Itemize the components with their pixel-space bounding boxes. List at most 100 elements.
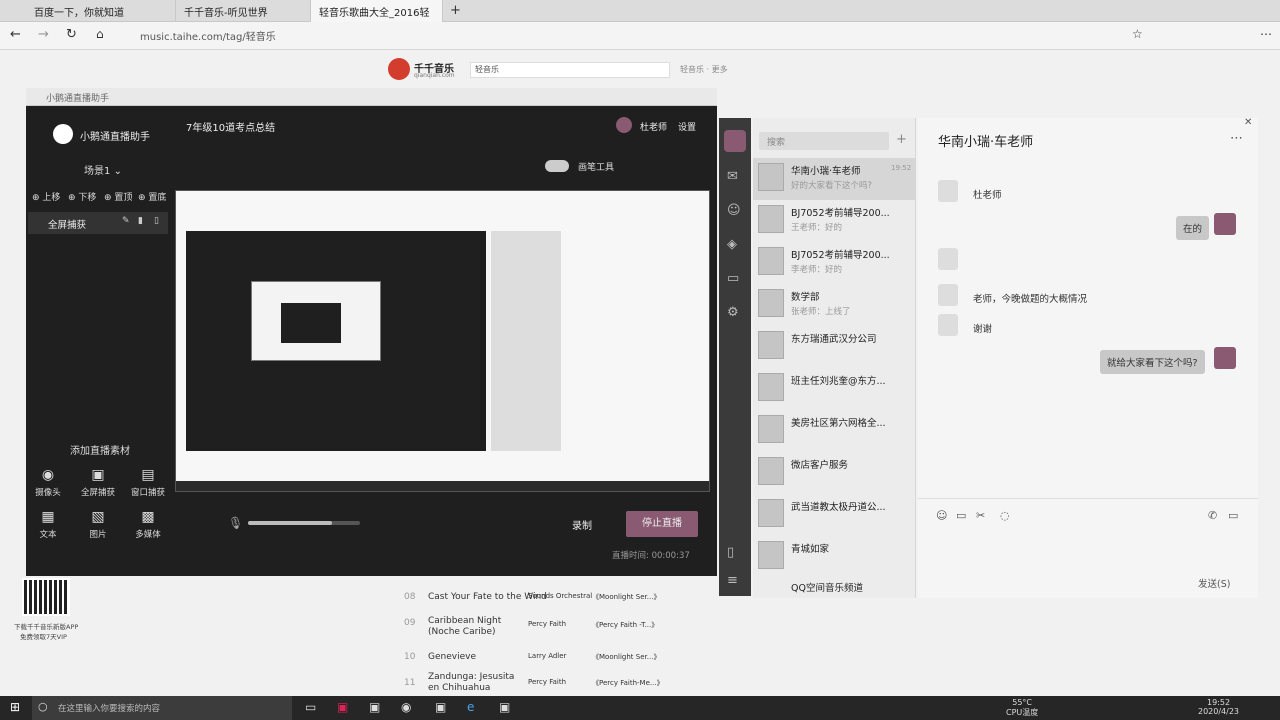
song-artist[interactable]: Larry Adler [528,652,566,660]
clock[interactable]: 19:52 2020/4/23 [1198,698,1239,716]
task-view-icon[interactable]: ▭ [305,701,316,713]
wechat-icon[interactable]: ◉ [401,701,411,713]
browser-tab-active[interactable]: 轻音乐歌曲大全_2016轻 [311,0,443,22]
close-icon[interactable]: ✕ [1244,118,1252,128]
send-button[interactable]: 发送(S) [1198,576,1230,590]
edge-icon[interactable]: e [467,701,474,713]
menu-icon[interactable]: ≡ [727,574,738,587]
favorite-star-icon[interactable]: ☆ [1132,28,1143,40]
chat-list-item[interactable]: QQ空间音乐频道 [753,578,916,598]
song-row[interactable]: 10 Genevieve Larry Adler 《Moonlight Ser.… [390,648,718,670]
message-bubble: 老师，今晚做题的大概情况 [973,294,1088,305]
more-icon[interactable]: ⋯ [1230,132,1243,145]
move-top-button[interactable]: ⊕ 置顶 [104,190,132,203]
source-item[interactable]: 全屏捕获 ✎ ▮ ▯ [28,212,168,234]
material-fullscreen-button[interactable]: ▣ 全屏捕获 [78,468,118,498]
microphone-icon[interactable]: 🎙 [228,517,243,529]
chat-icon[interactable]: ✉ [727,170,738,183]
song-row[interactable]: 11 Zandunga: Jesusita en Chihuahua Percy… [390,670,718,696]
chat-list-item[interactable]: BJ7052考前辅导200... 李老师：好的 [753,242,916,284]
material-media-button[interactable]: ▩ 多媒体 [128,510,168,540]
material-image-button[interactable]: ▧ 图片 [80,510,116,540]
taskbar-search[interactable]: ○ 在这里输入你要搜索的内容 [32,696,292,720]
lock-icon[interactable]: ▮ [138,217,143,226]
move-bottom-button[interactable]: ⊕ 置底 [138,190,166,203]
scissors-icon[interactable]: ✂ [976,510,985,521]
song-artist[interactable]: Percy Faith [528,620,566,628]
windows-start-icon[interactable]: ⊞ [10,701,20,713]
more-icon[interactable]: ⋯ [1260,28,1272,40]
forward-icon[interactable]: → [38,28,49,41]
volume-slider[interactable] [248,521,360,525]
browser-tab[interactable]: 千千音乐-听见世界 [176,0,311,22]
chat-list-item[interactable]: BJ7052考前辅导200... 王老师：好的 [753,200,916,242]
chat-list-item[interactable]: 武当道教太极丹道公... [753,494,916,536]
move-up-button[interactable]: ⊕ 上移 [32,190,60,203]
chat-list-item[interactable]: 青城如家 [753,536,916,578]
chat-list-item[interactable]: 微店客户服务 [753,452,916,494]
avatar [758,205,784,233]
song-artist[interactable]: Percy Faith [528,678,566,686]
material-window-button[interactable]: ▤ 窗口捕获 [128,468,168,498]
app-icon[interactable]: ▣ [435,701,446,713]
url-input[interactable]: music.taihe.com/tag/轻音乐 [140,28,276,43]
app-icon[interactable]: ▣ [337,701,348,713]
song-title[interactable]: Zandunga: Jesusita en Chihuahua [428,672,520,694]
add-material-title: 添加直播素材 [70,446,130,457]
history-icon[interactable]: ◌ [1000,510,1010,521]
gear-icon[interactable]: ⚙ [727,306,739,319]
chat-list-item[interactable]: 数学部 张老师：上线了 [753,284,916,326]
header-links[interactable]: 轻音乐 · 更多 [680,64,728,75]
song-row[interactable]: 08 Cast Your Fate to the Wind Sounds Orc… [390,588,718,610]
delete-icon[interactable]: ▯ [154,217,159,226]
song-row[interactable]: 09 Caribbean Night (Noche Caribe) Percy … [390,614,718,640]
material-camera-button[interactable]: ◉ 摄像头 [30,468,66,498]
phone-icon[interactable]: ✆ [1208,510,1217,521]
settings-menu[interactable]: 设置 [678,120,696,133]
folder-icon[interactable]: ▭ [727,272,739,285]
messenger-sidebar: ✉ ☺ ◈ ▭ ⚙ ▯ ≡ [719,118,751,596]
scene-selector[interactable]: 场景1 ⌄ [84,162,122,177]
song-title[interactable]: Caribbean Night (Noche Caribe) [428,616,518,638]
app-icon[interactable]: ▣ [499,701,510,713]
chat-preview: 好的大家看下这个吗? [791,181,873,191]
chat-list-item[interactable]: 华南小瑞·车老师 好的大家看下这个吗? 19:52 [753,158,916,200]
new-tab-icon[interactable]: + [450,4,461,17]
chat-list-item[interactable]: 美房社区第六网格全... [753,410,916,452]
chat-list-item[interactable]: 班主任刘兆奎@东方... [753,368,916,410]
song-album[interactable]: 《Percy Faith -T...》 [592,620,658,630]
site-search-input[interactable]: 轻音乐 [470,62,670,78]
cube-icon[interactable]: ◈ [727,238,737,251]
address-bar: ← → ↻ ⌂ music.taihe.com/tag/轻音乐 ☆ ⋯ [0,22,1280,50]
toolbar-toggle[interactable] [545,160,569,172]
chat-search-input[interactable]: 搜索 [759,132,889,150]
song-album[interactable]: 《Percy Faith-Me...》 [592,678,664,688]
avatar[interactable] [724,130,746,152]
refresh-icon[interactable]: ↻ [66,28,77,41]
material-text-button[interactable]: ▦ 文本 [30,510,66,540]
song-title[interactable]: Genevieve [428,652,476,662]
record-button[interactable]: 录制 [572,517,592,532]
browser-tab[interactable]: 百度一下，你就知道 [26,0,176,22]
song-album[interactable]: 《Moonlight Ser...》 [592,652,660,662]
song-artist[interactable]: Sounds Orchestral [528,592,592,600]
avatar[interactable] [616,117,632,133]
stop-live-button[interactable]: 停止直播 [626,511,698,537]
message-bubble: 谢谢 [973,324,993,335]
site-logo-icon[interactable] [388,58,410,80]
home-icon[interactable]: ⌂ [96,28,104,40]
contacts-icon[interactable]: ☺ [727,204,741,217]
folder-icon[interactable]: ▭ [956,510,966,521]
edit-icon[interactable]: ✎ [122,217,130,226]
song-album[interactable]: 《Moonlight Ser...》 [592,592,660,602]
app-icon[interactable]: ▣ [369,701,380,713]
chat-list-item[interactable]: 东方瑞通武汉分公司 [753,326,916,368]
video-icon[interactable]: ▭ [1228,510,1238,521]
back-icon[interactable]: ← [10,28,21,41]
media-icon: ▩ [141,509,155,525]
user-name[interactable]: 杜老师 [640,120,667,133]
move-down-button[interactable]: ⊕ 下移 [68,190,96,203]
phone-icon[interactable]: ▯ [727,546,734,559]
add-icon[interactable]: + [896,133,907,146]
emoji-icon[interactable]: ☺ [936,510,947,521]
